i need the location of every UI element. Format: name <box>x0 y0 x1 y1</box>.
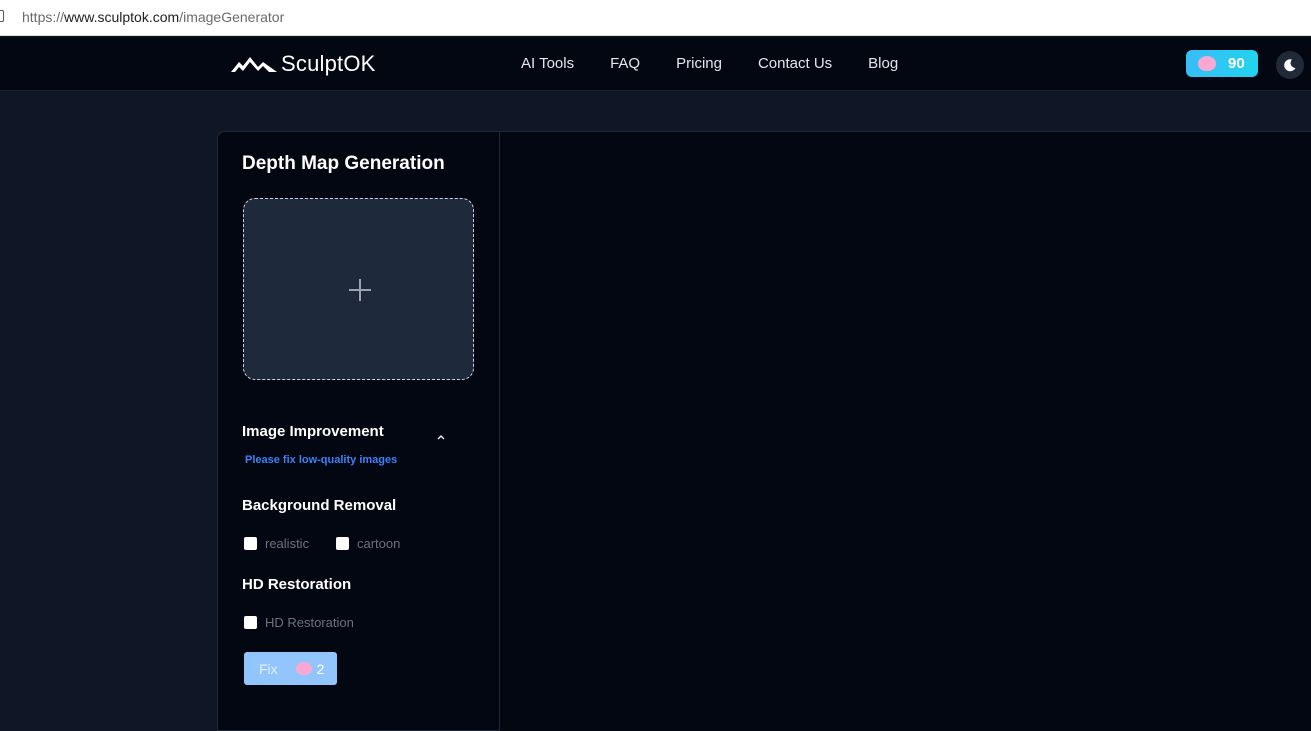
nav-blog[interactable]: Blog <box>868 55 898 72</box>
nav-faq[interactable]: FAQ <box>610 55 640 72</box>
nav-pricing[interactable]: Pricing <box>676 55 722 72</box>
hd-restoration-option[interactable]: HD Restoration <box>244 615 354 630</box>
cartoon-option[interactable]: cartoon <box>336 536 400 551</box>
realistic-label: realistic <box>265 536 310 551</box>
browser-address-bar[interactable]: https://www.sculptok.com/imageGenerator <box>0 0 1311 36</box>
nav-contact-us[interactable]: Contact Us <box>758 55 832 72</box>
piggy-bank-icon <box>1198 56 1216 71</box>
logo[interactable]: SculptOK <box>229 51 376 77</box>
url-scheme: https:// <box>22 9 65 25</box>
moon-icon <box>1284 59 1296 72</box>
hd-restoration-label: HD Restoration <box>265 615 354 630</box>
cartoon-checkbox[interactable] <box>336 537 349 550</box>
background-removal-title: Background Removal <box>242 497 397 514</box>
fix-cost: 2 <box>316 660 325 677</box>
fix-label: Fix <box>259 660 278 677</box>
top-navbar: SculptOK AI Tools FAQ Pricing Contact Us… <box>0 37 1311 91</box>
image-upload-area[interactable] <box>243 198 474 380</box>
improvement-hint: Please fix low-quality images <box>245 454 398 466</box>
result-canvas-area <box>499 131 1311 731</box>
theme-toggle-button[interactable] <box>1276 51 1304 79</box>
plus-icon <box>349 279 371 301</box>
cartoon-label: cartoon <box>357 536 401 551</box>
image-improvement-title: Image Improvement <box>242 423 384 440</box>
nav-ai-tools[interactable]: AI Tools <box>521 55 574 72</box>
lock-icon <box>0 10 4 22</box>
nav-links: AI Tools FAQ Pricing Contact Us Blog <box>521 55 934 72</box>
fix-button[interactable]: Fix 2 <box>244 652 337 685</box>
realistic-option[interactable]: realistic <box>244 536 309 551</box>
chevron-up-icon[interactable] <box>436 432 446 442</box>
settings-panel: Depth Map Generation Image Improvement P… <box>217 131 500 731</box>
mountain-logo-icon <box>231 57 277 72</box>
piggy-bank-icon <box>295 662 312 675</box>
credits-badge[interactable]: 90 <box>1186 50 1258 77</box>
logo-text: SculptOK <box>281 51 376 76</box>
realistic-checkbox[interactable] <box>244 537 257 550</box>
url-path: /imageGenerator <box>179 9 285 25</box>
url-host: www.sculptok.com <box>64 9 180 25</box>
hd-restoration-title: HD Restoration <box>242 576 352 593</box>
hd-restoration-checkbox[interactable] <box>244 616 257 629</box>
url-text[interactable]: https://www.sculptok.com/imageGenerator <box>22 9 284 25</box>
panel-title: Depth Map Generation <box>242 153 445 174</box>
credits-count: 90 <box>1228 55 1245 72</box>
